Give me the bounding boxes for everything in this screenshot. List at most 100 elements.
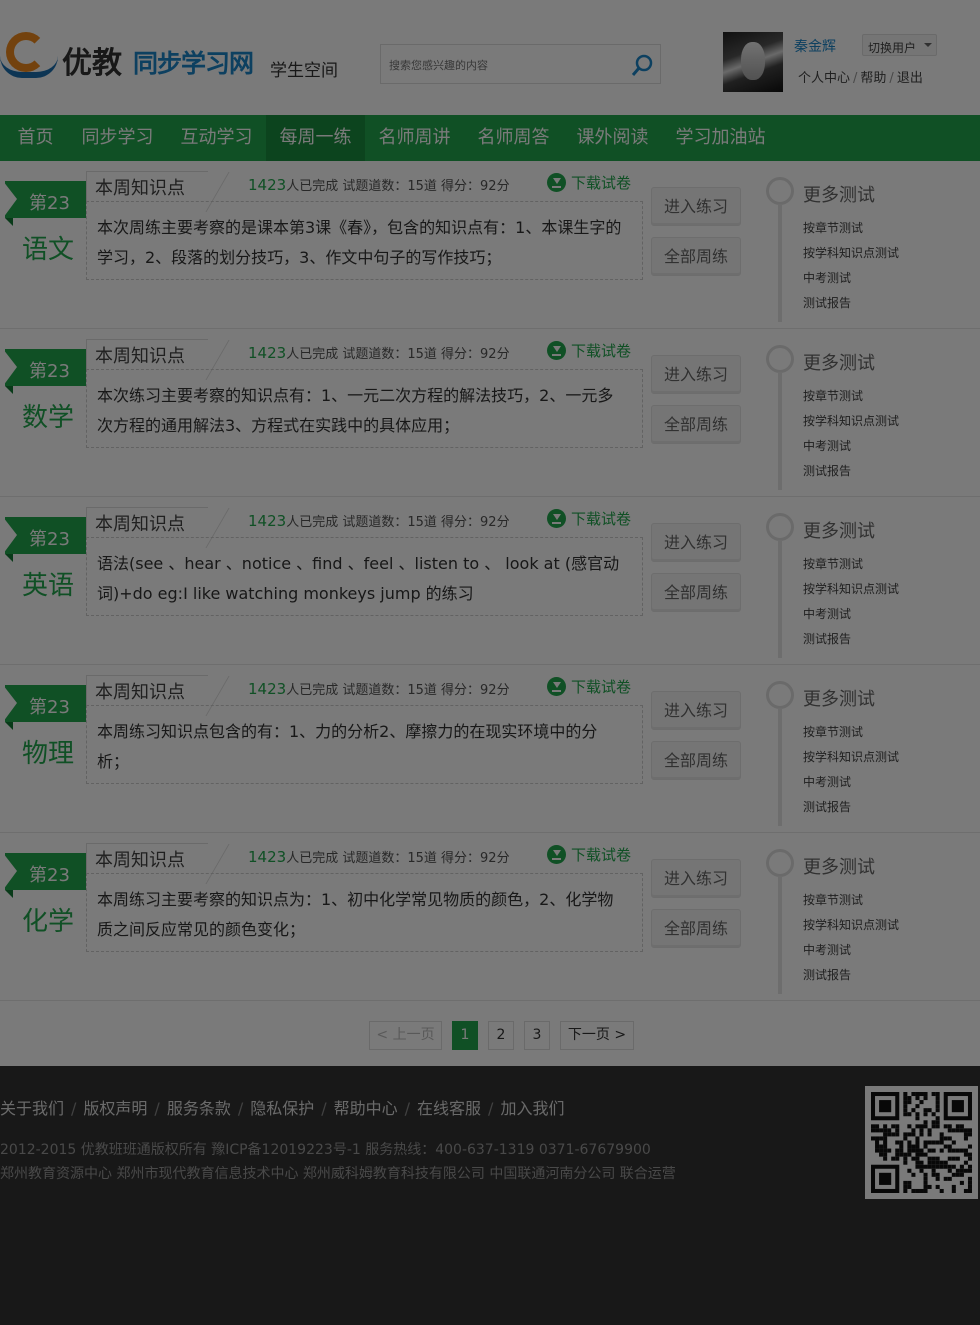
more-link-test-report[interactable]: 测试报告 [803, 630, 851, 647]
more-link-chapter-test[interactable]: 按章节测试 [803, 219, 863, 236]
more-link-exam-test[interactable]: 中考测试 [803, 437, 851, 454]
footer-operators: 郑州教育资源中心 郑州市现代教育信息技术中心 郑州威科姆教育科技有限公司 中国联… [0, 1166, 676, 1182]
footer-link-privacy[interactable]: 隐私保护 [250, 1099, 314, 1118]
practice-row: 第23 英语 本周知识点 1423人已完成 试题道数：15道 得分：92分 下载试卷 语法… [0, 497, 980, 665]
footer-link-help[interactable]: 帮助中心 [334, 1099, 398, 1118]
user-name[interactable]: 秦金辉 [794, 36, 836, 56]
enter-practice-button[interactable]: 进入练习 [651, 187, 741, 226]
footer-link-join[interactable]: 加入我们 [500, 1099, 564, 1118]
more-link-test-report[interactable]: 测试报告 [803, 294, 851, 311]
logo-text-youjiao: 优教 [62, 46, 122, 81]
all-practice-button[interactable]: 全部周练 [651, 909, 741, 948]
all-practice-button[interactable]: 全部周练 [651, 405, 741, 444]
nav-item-extra-reading[interactable]: 课外阅读 [563, 115, 662, 161]
more-link-exam-test[interactable]: 中考测试 [803, 773, 851, 790]
knowledge-description: 本次周练主要考察的是课本第3课《春》，包含的知识点有：1、本课生字的学习，2、段… [97, 218, 622, 267]
nav-item-home[interactable]: 首页 [0, 115, 71, 161]
timeline-circle-icon [766, 849, 794, 877]
nav-item-sync-study[interactable]: 同步学习 [71, 115, 164, 161]
knowledge-tab-title: 本周知识点 [95, 850, 185, 871]
download-icon [547, 173, 566, 192]
more-link-chapter-test[interactable]: 按章节测试 [803, 555, 863, 572]
score: 得分：92分 [441, 347, 510, 362]
download-paper-link[interactable]: 下载试卷 [547, 340, 631, 361]
completed-count: 1423 [248, 176, 287, 194]
download-paper-link[interactable]: 下载试卷 [547, 508, 631, 529]
more-link-exam-test[interactable]: 中考测试 [803, 605, 851, 622]
timeline-line [778, 372, 782, 490]
all-practice-button[interactable]: 全部周练 [651, 573, 741, 612]
nav-item-weekly-practice[interactable]: 每周一练 [266, 115, 365, 161]
logo-text-tongbu: 同步学习网 [133, 49, 254, 78]
page-2-button[interactable]: 2 [488, 1021, 514, 1050]
nav-item-teacher-qa[interactable]: 名师周答 [464, 115, 563, 161]
score: 得分：92分 [441, 515, 510, 530]
search-input[interactable] [389, 55, 619, 75]
switch-user-label: 切换用户 [868, 41, 917, 55]
score: 得分：92分 [441, 179, 510, 194]
logout-link[interactable]: 退出 [897, 71, 923, 86]
more-link-knowledge-test[interactable]: 按学科知识点测试 [803, 580, 899, 597]
all-practice-button[interactable]: 全部周练 [651, 237, 741, 276]
page-1-button[interactable]: 1 [452, 1021, 478, 1050]
more-link-knowledge-test[interactable]: 按学科知识点测试 [803, 412, 899, 429]
timeline-circle-icon [766, 513, 794, 541]
completed-count: 1423 [248, 512, 287, 530]
download-label: 下载试卷 [571, 174, 632, 192]
more-tests-title: 更多测试 [803, 689, 875, 710]
week-label: 第23 [29, 529, 70, 550]
enter-practice-button[interactable]: 进入练习 [651, 691, 741, 730]
score: 得分：92分 [441, 683, 510, 698]
site-logo[interactable]: 优教 同步学习网 [0, 30, 270, 86]
enter-practice-button[interactable]: 进入练习 [651, 859, 741, 898]
more-link-test-report[interactable]: 测试报告 [803, 966, 851, 983]
more-link-test-report[interactable]: 测试报告 [803, 462, 851, 479]
completed-suffix: 人已完成 [286, 851, 339, 866]
logo-mark-icon [0, 30, 58, 80]
help-link[interactable]: 帮助 [860, 71, 886, 86]
qr-code-icon [871, 1092, 972, 1193]
question-count: 试题道数：15道 [342, 683, 437, 698]
more-link-test-report[interactable]: 测试报告 [803, 798, 851, 815]
score: 得分：92分 [441, 851, 510, 866]
nav-item-interactive-study[interactable]: 互动学习 [167, 115, 266, 161]
footer-link-online-service[interactable]: 在线客服 [417, 1099, 481, 1118]
enter-practice-button[interactable]: 进入练习 [651, 523, 741, 562]
footer-link-about[interactable]: 关于我们 [0, 1099, 64, 1118]
more-link-exam-test[interactable]: 中考测试 [803, 269, 851, 286]
nav-item-study-station[interactable]: 学习加油站 [662, 115, 779, 161]
more-link-knowledge-test[interactable]: 按学科知识点测试 [803, 244, 899, 261]
enter-practice-button[interactable]: 进入练习 [651, 355, 741, 394]
subject-label: 物理 [22, 739, 75, 769]
more-link-chapter-test[interactable]: 按章节测试 [803, 891, 863, 908]
practice-stats: 1423人已完成 试题道数：15道 得分：92分 [248, 511, 510, 530]
more-link-knowledge-test[interactable]: 按学科知识点测试 [803, 916, 899, 933]
more-link-chapter-test[interactable]: 按章节测试 [803, 387, 863, 404]
more-link-knowledge-test[interactable]: 按学科知识点测试 [803, 748, 899, 765]
download-paper-link[interactable]: 下载试卷 [547, 172, 631, 193]
user-avatar[interactable] [723, 32, 783, 92]
nav-item-teacher-lecture[interactable]: 名师周讲 [365, 115, 464, 161]
all-practice-button[interactable]: 全部周练 [651, 741, 741, 780]
more-link-exam-test[interactable]: 中考测试 [803, 941, 851, 958]
personal-center-link[interactable]: 个人中心 [798, 71, 850, 86]
timeline-line [778, 876, 782, 994]
completed-suffix: 人已完成 [286, 179, 339, 194]
next-page-button[interactable]: 下一页 > [560, 1021, 634, 1050]
footer-link-copyright[interactable]: 版权声明 [83, 1099, 147, 1118]
prev-page-button[interactable]: < 上一页 [369, 1021, 442, 1050]
completed-suffix: 人已完成 [286, 683, 339, 698]
page-3-button[interactable]: 3 [524, 1021, 550, 1050]
question-count: 试题道数：15道 [342, 515, 437, 530]
search-icon[interactable] [629, 53, 655, 79]
download-paper-link[interactable]: 下载试卷 [547, 844, 631, 865]
footer-link-terms[interactable]: 服务条款 [167, 1099, 231, 1118]
more-link-chapter-test[interactable]: 按章节测试 [803, 723, 863, 740]
timeline-circle-icon [766, 681, 794, 709]
week-label: 第23 [29, 193, 70, 214]
knowledge-description: 本周练习主要考察的知识点为：1、初中化学常见物质的颜色，2、化学物质之间反应常见… [97, 890, 614, 939]
download-paper-link[interactable]: 下载试卷 [547, 676, 631, 697]
practice-row: 第23 语文 本周知识点 1423人已完成 试题道数：15道 得分：92分 下载试卷 本次… [0, 161, 980, 329]
switch-user-dropdown[interactable]: 切换用户 [862, 34, 937, 56]
completed-count: 1423 [248, 848, 287, 866]
